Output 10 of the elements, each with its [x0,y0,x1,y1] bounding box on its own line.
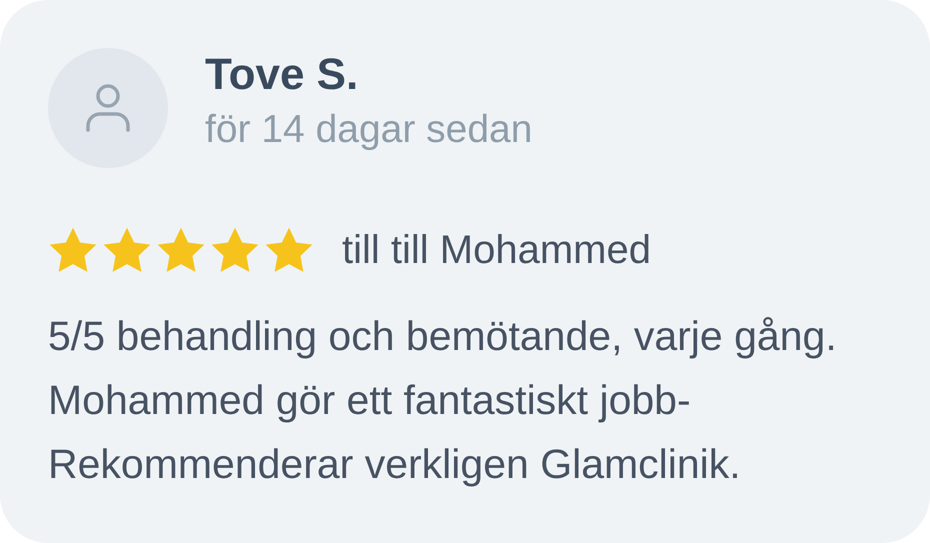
review-time: för 14 dagar sedan [205,108,532,152]
review-text: 5/5 behandling och bemötande, varje gång. Mohammed gör ett fantastiskt jobb- Rekommenderar verkligen Glamclinik. [48,312,838,489]
star-icon [210,226,260,274]
star-icon [264,226,314,274]
star-icon [48,226,98,274]
review-recipient: till till Mohammed [342,228,651,272]
reviewer-name: Tove S. [205,50,360,100]
user-icon [84,82,132,134]
star-icon [102,226,152,274]
star-icon [156,226,206,274]
